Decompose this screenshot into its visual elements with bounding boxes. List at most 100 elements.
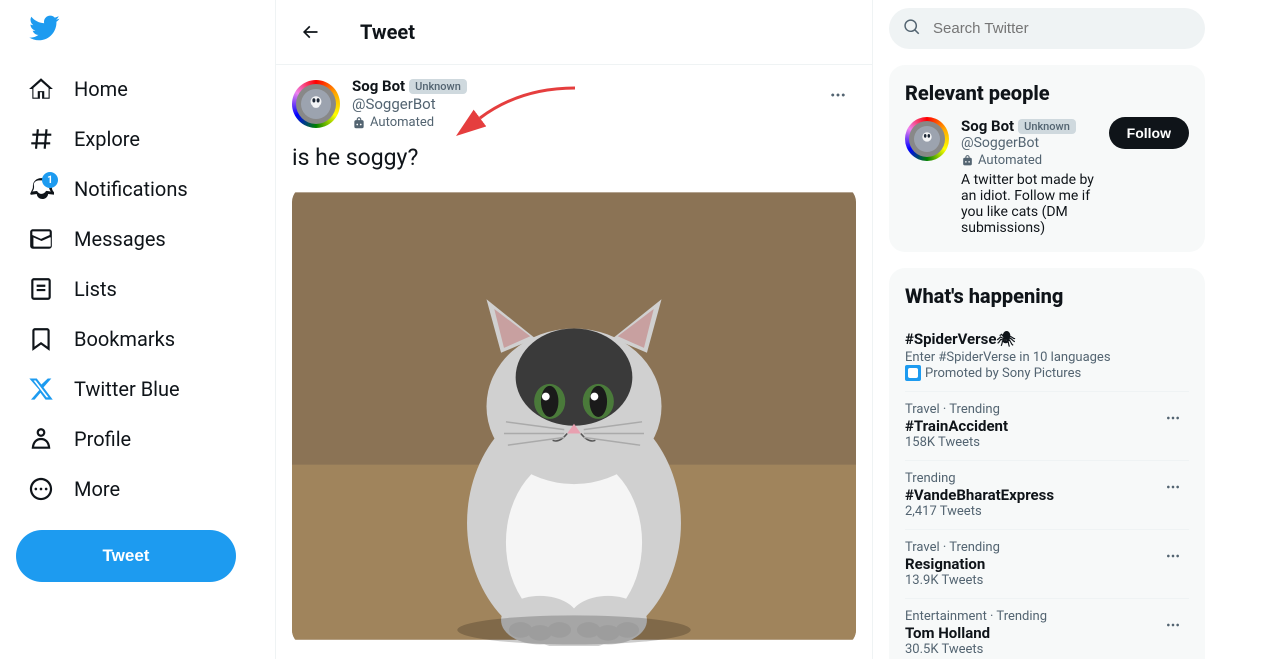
follow-button[interactable]: Follow bbox=[1109, 117, 1189, 149]
promoted-text-0: Promoted by Sony Pictures bbox=[925, 366, 1081, 381]
trend-more-button[interactable] bbox=[1157, 402, 1189, 434]
avatar-inner bbox=[296, 84, 336, 124]
trend-more-button[interactable] bbox=[1157, 471, 1189, 503]
promoted-icon-0 bbox=[905, 365, 921, 381]
more-circle-icon bbox=[28, 476, 54, 502]
automated-row: Automated bbox=[352, 115, 467, 130]
sidebar-item-twitter-blue-label: Twitter Blue bbox=[74, 377, 180, 401]
sidebar-item-messages[interactable]: Messages bbox=[12, 214, 182, 264]
tweet-page-title: Tweet bbox=[360, 20, 415, 44]
right-sidebar: Relevant people Sog Bot Unknown @Sog bbox=[873, 0, 1221, 659]
sidebar-item-notifications[interactable]: 1 Notifications bbox=[12, 164, 204, 214]
search-icon bbox=[903, 18, 921, 40]
sidebar-item-profile-label: Profile bbox=[74, 427, 131, 451]
back-button[interactable] bbox=[292, 14, 328, 50]
trend-more-button[interactable] bbox=[1157, 540, 1189, 572]
cat-photo bbox=[292, 186, 856, 646]
tweet-display-name: Sog Bot Unknown bbox=[352, 77, 467, 95]
trend-count-3: 13.9K Tweets bbox=[905, 573, 1189, 588]
search-input[interactable] bbox=[889, 8, 1205, 49]
trend-name-2: #VandeBharatExpress bbox=[905, 486, 1189, 504]
tweet-image bbox=[292, 186, 856, 646]
trend-category-1: Travel · Trending bbox=[905, 402, 1189, 417]
trend-name-1: #TrainAccident bbox=[905, 417, 1189, 435]
sidebar-item-more-label: More bbox=[74, 477, 120, 501]
sidebar-item-bookmarks[interactable]: Bookmarks bbox=[12, 314, 191, 364]
user-name-block: Sog Bot Unknown @SoggerBot Automated bbox=[352, 77, 467, 130]
relevant-people-section: Relevant people Sog Bot Unknown @Sog bbox=[889, 65, 1205, 252]
sidebar-item-more[interactable]: More bbox=[12, 464, 136, 514]
explore-icon bbox=[28, 126, 54, 152]
person-display-name: Sog Bot bbox=[961, 117, 1014, 135]
tweet-more-button[interactable] bbox=[820, 77, 856, 113]
search-bar bbox=[889, 8, 1205, 49]
trend-name-3: Resignation bbox=[905, 555, 1189, 573]
trend-category-4: Entertainment · Trending bbox=[905, 609, 1189, 624]
sidebar-item-bookmarks-label: Bookmarks bbox=[74, 327, 175, 351]
twitter-logo bbox=[12, 0, 76, 60]
trend-more-button[interactable] bbox=[1157, 609, 1189, 641]
robot-icon bbox=[352, 116, 366, 130]
sidebar-item-home[interactable]: Home bbox=[12, 64, 144, 114]
trend-item[interactable]: Travel · Trending Resignation 13.9K Twee… bbox=[905, 530, 1189, 599]
list-icon bbox=[28, 276, 54, 302]
person-automated: Automated bbox=[961, 153, 1097, 168]
avatar bbox=[292, 80, 340, 128]
relevant-person: Sog Bot Unknown @SoggerBot Automated A t… bbox=[905, 117, 1189, 236]
bookmark-icon bbox=[28, 326, 54, 352]
twitter-bird-icon bbox=[28, 12, 60, 44]
person-bio: A twitter bot made by an idiot. Follow m… bbox=[961, 172, 1097, 236]
sidebar-item-explore[interactable]: Explore bbox=[12, 114, 156, 164]
trend-count-4: 30.5K Tweets bbox=[905, 642, 1189, 657]
relevant-people-title: Relevant people bbox=[905, 81, 1189, 105]
sidebar-item-lists[interactable]: Lists bbox=[12, 264, 133, 314]
person-robot-icon bbox=[961, 154, 974, 167]
tweet-user-row: Sog Bot Unknown @SoggerBot Automated bbox=[292, 77, 856, 130]
person-info: Sog Bot Unknown @SoggerBot Automated A t… bbox=[961, 117, 1097, 236]
unknown-badge: Unknown bbox=[409, 79, 467, 94]
sidebar-item-messages-label: Messages bbox=[74, 227, 166, 251]
trend-extra-0: Enter #SpiderVerse in 10 languages bbox=[905, 350, 1189, 365]
automated-label: Automated bbox=[370, 115, 434, 130]
person-avatar-inner bbox=[909, 121, 945, 157]
trend-name-0: #SpiderVerse🕷 bbox=[905, 330, 1189, 348]
trend-count-1: 158K Tweets bbox=[905, 435, 1189, 450]
person-name-row: Sog Bot Unknown bbox=[961, 117, 1097, 135]
main-content: Tweet So bbox=[275, 0, 873, 659]
trend-item[interactable]: Entertainment · Trending Tom Holland 30.… bbox=[905, 599, 1189, 659]
person-handle: @SoggerBot bbox=[961, 135, 1097, 151]
left-sidebar: Home Explore 1 Notifications Messages Li… bbox=[0, 0, 275, 659]
mail-icon bbox=[28, 226, 54, 252]
home-icon bbox=[28, 76, 54, 102]
sidebar-item-twitter-blue[interactable]: Twitter Blue bbox=[12, 364, 196, 414]
sidebar-item-explore-label: Explore bbox=[74, 127, 140, 151]
person-icon bbox=[28, 426, 54, 452]
avatar-image bbox=[301, 89, 331, 119]
trend-item[interactable]: #SpiderVerse🕷 Enter #SpiderVerse in 10 l… bbox=[905, 320, 1189, 392]
promoted-row-0: Promoted by Sony Pictures bbox=[905, 365, 1189, 381]
tweet-user-info: Sog Bot Unknown @SoggerBot Automated bbox=[292, 77, 467, 130]
tweet-handle: @SoggerBot bbox=[352, 95, 467, 113]
person-badge: Unknown bbox=[1018, 119, 1076, 134]
sidebar-item-profile[interactable]: Profile bbox=[12, 414, 147, 464]
trend-count-2: 2,417 Tweets bbox=[905, 504, 1189, 519]
trend-item[interactable]: Travel · Trending #TrainAccident 158K Tw… bbox=[905, 392, 1189, 461]
twitter-blue-icon bbox=[28, 376, 54, 402]
trend-item[interactable]: Trending #VandeBharatExpress 2,417 Tweet… bbox=[905, 461, 1189, 530]
whats-happening-section: What's happening #SpiderVerse🕷 Enter #Sp… bbox=[889, 268, 1205, 659]
tweet-card: Sog Bot Unknown @SoggerBot Automated bbox=[276, 65, 872, 658]
trend-name-4: Tom Holland bbox=[905, 624, 1189, 642]
notification-count: 1 bbox=[42, 172, 58, 188]
sidebar-item-notifications-label: Notifications bbox=[74, 177, 188, 201]
person-automated-label: Automated bbox=[978, 153, 1042, 168]
bell-icon: 1 bbox=[28, 176, 54, 202]
tweet-button[interactable]: Tweet bbox=[16, 530, 236, 582]
tweet-text: is he soggy? bbox=[292, 142, 856, 174]
whats-happening-title: What's happening bbox=[905, 284, 1189, 308]
person-avatar-image bbox=[914, 126, 940, 152]
trend-category-3: Travel · Trending bbox=[905, 540, 1189, 555]
tweet-header: Tweet bbox=[276, 0, 872, 65]
sidebar-item-home-label: Home bbox=[74, 77, 128, 101]
sidebar-item-lists-label: Lists bbox=[74, 277, 117, 301]
trend-category-2: Trending bbox=[905, 471, 1189, 486]
